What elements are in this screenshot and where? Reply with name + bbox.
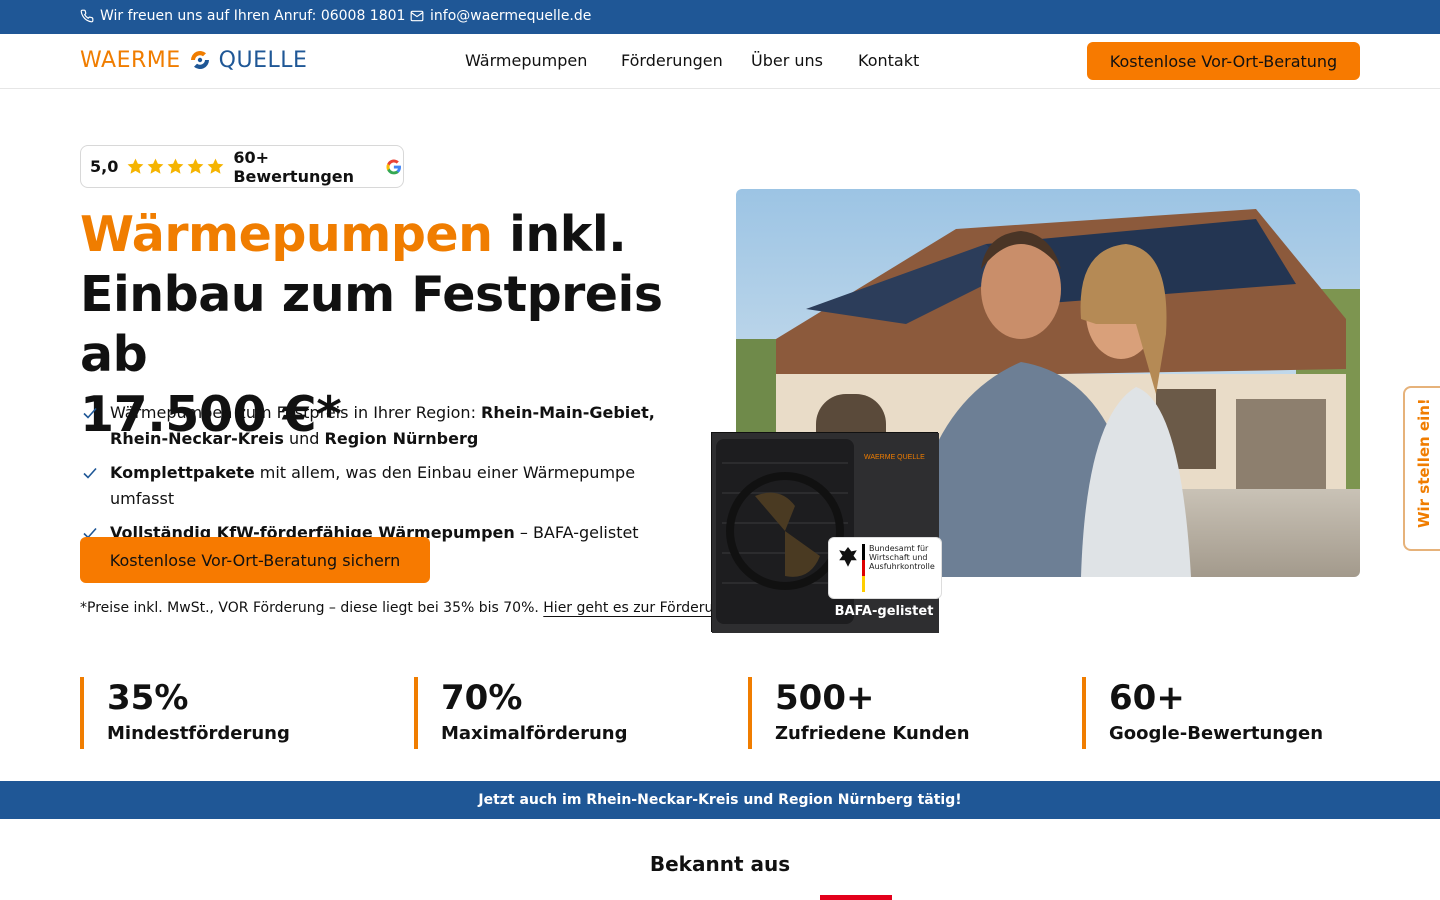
check-icon bbox=[83, 467, 97, 479]
benefit-bold: Region Nürnberg bbox=[324, 429, 479, 448]
star-icon bbox=[127, 158, 144, 174]
logo-text-quelle: QUELLE bbox=[218, 47, 308, 73]
stat-min-funding: 35% Mindestförderung bbox=[80, 677, 290, 749]
german-flag-stripe bbox=[862, 544, 865, 592]
bafa-authority-text: Bundesamt für Wirtschaft und Ausfuhrkont… bbox=[869, 544, 935, 571]
star-icon bbox=[147, 158, 164, 174]
main-navigation: WAERME QUELLE Wärmepumpen Förderungen Üb… bbox=[0, 34, 1440, 89]
stat-max-funding: 70% Maximalförderung bbox=[414, 677, 627, 749]
press-logo-partial bbox=[820, 895, 892, 900]
stat-customers: 500+ Zufriedene Kunden bbox=[748, 677, 970, 749]
stat-number: 35% bbox=[107, 678, 189, 718]
nav-consultation-button[interactable]: Kostenlose Vor-Ort-Beratung bbox=[1087, 42, 1360, 80]
stat-label: Mindestförderung bbox=[107, 723, 290, 744]
pump-brand-label: WAERME QUELLE bbox=[864, 454, 925, 461]
stat-number: 70% bbox=[441, 678, 523, 718]
funding-link[interactable]: Hier geht es zur Förderung bbox=[543, 600, 731, 616]
site-logo[interactable]: WAERME QUELLE bbox=[80, 47, 307, 73]
benefit-text: Wärmepumpen zum Festpreis in Ihrer Regio… bbox=[110, 403, 482, 422]
price-footnote: *Preise inkl. MwSt., VOR Förderung – die… bbox=[80, 600, 731, 616]
stat-label: Maximalförderung bbox=[441, 723, 628, 744]
headline-part2: Einbau zum Festpreis ab bbox=[80, 266, 663, 383]
hero-consultation-button[interactable]: Kostenlose Vor-Ort-Beratung sichern bbox=[80, 537, 430, 583]
star-icon bbox=[187, 158, 204, 174]
federal-eagle-icon bbox=[839, 547, 857, 567]
phone-text: Wir freuen uns auf Ihren Anruf: 06008 18… bbox=[100, 8, 406, 24]
nav-item-foerderungen[interactable]: Förderungen bbox=[621, 51, 723, 70]
email-text: info@waermequelle.de bbox=[430, 8, 592, 24]
benefit-text: – BAFA-gelistet bbox=[514, 523, 639, 542]
footnote-text: *Preise inkl. MwSt., VOR Förderung – die… bbox=[80, 600, 544, 616]
star-icon bbox=[167, 158, 184, 174]
check-icon bbox=[83, 407, 97, 419]
jobs-side-tab-label: Wir stellen ein! bbox=[1415, 398, 1433, 528]
rating-stars bbox=[126, 157, 225, 176]
phone-icon bbox=[80, 9, 94, 23]
benefit-bold: Komplettpakete bbox=[110, 463, 255, 482]
logo-mark-icon bbox=[190, 51, 209, 69]
headline-part1: inkl. bbox=[492, 206, 627, 263]
stat-number: 60+ bbox=[1109, 678, 1185, 718]
stat-number: 500+ bbox=[775, 678, 875, 718]
mail-icon bbox=[410, 10, 424, 22]
press-section-title: Bekannt aus bbox=[649, 852, 791, 876]
benefit-item: Komplettpakete mit allem, was den Einbau… bbox=[80, 460, 700, 512]
google-rating-badge[interactable]: 5,0 60+ Bewertungen bbox=[80, 145, 404, 188]
stat-label: Google-Bewertungen bbox=[1109, 723, 1324, 744]
nav-item-ueber-uns[interactable]: Über uns bbox=[751, 51, 823, 70]
benefit-item: Wärmepumpen zum Festpreis in Ihrer Regio… bbox=[80, 400, 700, 452]
benefit-text: und bbox=[283, 429, 325, 448]
rating-score: 5,0 bbox=[90, 157, 119, 176]
headline-highlight: Wärmepumpen bbox=[80, 206, 493, 263]
star-icon bbox=[207, 158, 224, 174]
region-announcement-banner: Jetzt auch im Rhein-Neckar-Kreis und Reg… bbox=[0, 781, 1440, 819]
benefit-list: Wärmepumpen zum Festpreis in Ihrer Regio… bbox=[80, 400, 700, 554]
bafa-seal: Bundesamt für Wirtschaft und Ausfuhrkont… bbox=[828, 537, 942, 599]
nav-item-waermepumpen[interactable]: Wärmepumpen bbox=[465, 51, 587, 70]
top-contact-bar: Wir freuen uns auf Ihren Anruf: 06008 18… bbox=[0, 0, 1440, 34]
phone-link[interactable]: Wir freuen uns auf Ihren Anruf: 06008 18… bbox=[80, 8, 405, 24]
google-icon bbox=[386, 159, 402, 174]
stat-google-reviews: 60+ Google-Bewertungen bbox=[1082, 677, 1323, 749]
jobs-side-tab[interactable]: Wir stellen ein! bbox=[1403, 386, 1440, 551]
email-link[interactable]: info@waermequelle.de bbox=[410, 8, 591, 24]
logo-text-waerme: WAERME bbox=[80, 47, 181, 73]
nav-item-kontakt[interactable]: Kontakt bbox=[858, 51, 919, 70]
stat-label: Zufriedene Kunden bbox=[775, 723, 970, 744]
bafa-listed-label: BAFA-gelistet bbox=[834, 604, 934, 619]
rating-review-count: 60+ Bewertungen bbox=[233, 147, 355, 186]
